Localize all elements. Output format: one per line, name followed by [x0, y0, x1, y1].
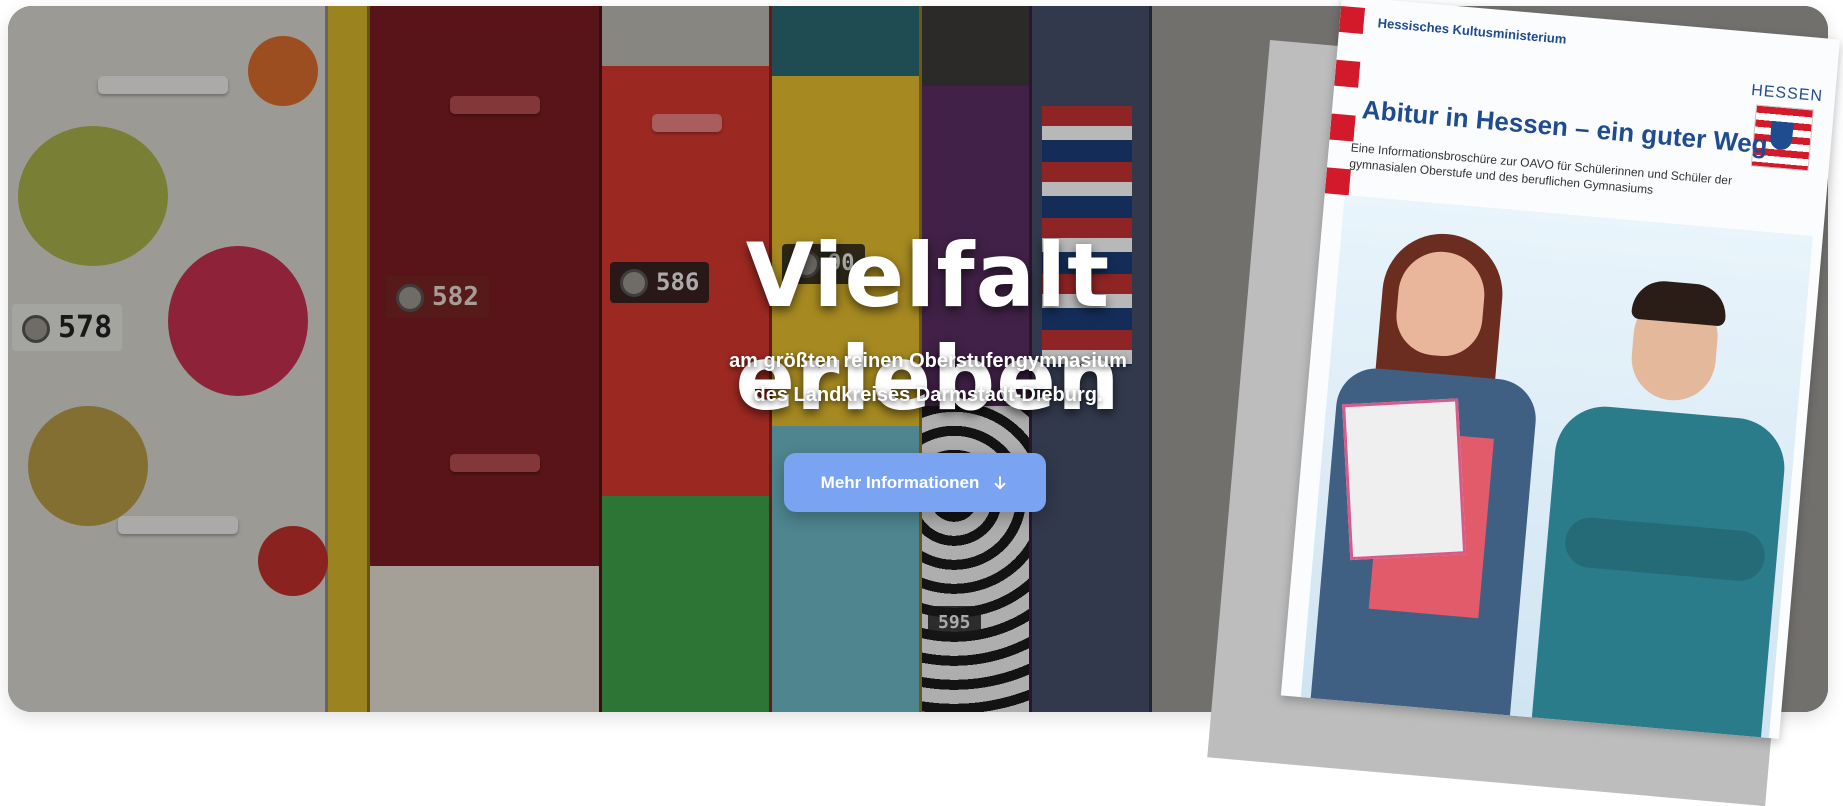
hero-subtitle-line-2: des Landkreises Darmstadt-Dieburg. [753, 384, 1103, 406]
brochure-cover[interactable]: Hessisches Kultusministerium HESSEN Abit… [1280, 0, 1841, 739]
arrow-down-icon [994, 475, 1006, 489]
student-girl-folder [1342, 398, 1467, 561]
brochure-ministry: Hessisches Kultusministerium [1377, 15, 1568, 47]
hero-subtitle: am größten reinen Oberstufengymnasium de… [628, 344, 1228, 412]
hero-subtitle-line-1: am größten reinen Oberstufengymnasium [729, 350, 1127, 372]
hessen-logo-text: HESSEN [1750, 82, 1824, 106]
more-information-button[interactable]: Mehr Informationen [784, 453, 1046, 512]
student-boy-hair [1630, 278, 1729, 327]
more-information-label: Mehr Informationen [820, 472, 980, 492]
brochure-photo [1299, 194, 1813, 739]
